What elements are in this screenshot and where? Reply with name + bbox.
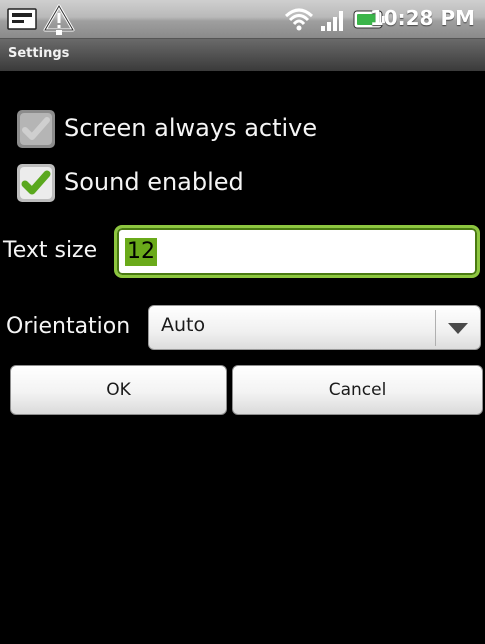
text-size-value: 12: [125, 238, 157, 266]
wifi-icon: [284, 8, 314, 31]
screen-always-active-label: Screen always active: [64, 114, 318, 142]
orientation-label: Orientation: [6, 314, 131, 339]
checkbox-unchecked-icon: [17, 110, 55, 148]
orientation-spinner[interactable]: Auto: [148, 305, 481, 350]
sound-enabled-checkbox[interactable]: Sound enabled: [16, 163, 476, 207]
text-size-label: Text size: [3, 238, 98, 263]
status-clock: 10:28 PM: [369, 6, 475, 30]
warning-icon: [43, 4, 75, 35]
settings-screen: 10:28 PM Settings Screen always active S…: [0, 0, 485, 644]
spinner-divider: [435, 310, 436, 346]
chevron-down-icon: [448, 323, 468, 334]
ok-button[interactable]: OK: [10, 365, 227, 415]
signal-icon: [321, 11, 343, 31]
status-bar: 10:28 PM: [0, 0, 485, 39]
text-size-input[interactable]: 12: [114, 225, 480, 278]
page-title: Settings: [8, 46, 70, 61]
sound-enabled-label: Sound enabled: [64, 168, 244, 196]
message-icon: [7, 8, 37, 30]
orientation-selected-value: Auto: [161, 314, 206, 336]
title-bar: Settings: [0, 39, 485, 71]
checkbox-checked-icon: [17, 164, 55, 202]
cancel-button[interactable]: Cancel: [232, 365, 483, 415]
screen-always-active-checkbox[interactable]: Screen always active: [16, 109, 476, 153]
